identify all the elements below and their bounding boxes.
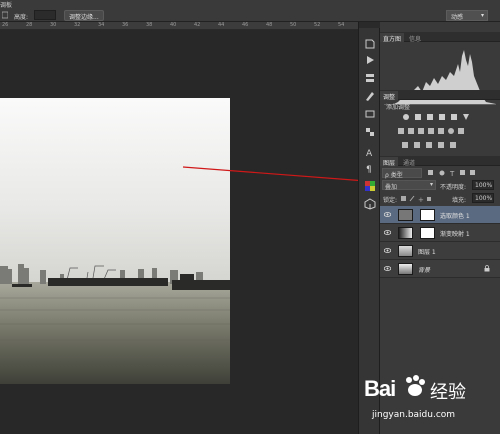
lock-icon <box>484 265 490 274</box>
fill-label: 填充: <box>452 197 467 204</box>
ruler-tick: 48 <box>266 22 273 28</box>
layer-row[interactable]: 渐变映射 1 <box>380 224 500 242</box>
watermark-brand: Bai <box>364 376 396 401</box>
tab-layers[interactable]: 图层 <box>380 157 399 167</box>
watermark-brand-suffix: 经验 <box>430 382 466 403</box>
workspace-dropdown-value: 动感 <box>451 14 464 21</box>
layer-row[interactable]: 图层 1 <box>380 242 500 260</box>
watermark-url: jingyan.baidu.com <box>372 410 456 420</box>
ruler-tick: 32 <box>74 22 81 28</box>
baidu-watermark: Bai 经验 jingyan.baidu.com <box>352 370 500 434</box>
height-label: 高度: <box>14 14 29 21</box>
adjustment-thumbnail-icon <box>398 209 413 221</box>
ruler-tick: 34 <box>98 22 105 28</box>
ruler-tick: 28 <box>26 22 33 28</box>
layer-filter-dropdown[interactable]: ρ 类型 <box>382 168 422 179</box>
adjustments-panel-tabs: 调整 <box>380 90 500 101</box>
eye-icon[interactable] <box>383 229 392 236</box>
eye-icon[interactable] <box>383 265 392 272</box>
lock-icons[interactable]: + <box>400 195 440 204</box>
ruler-tick: 52 <box>314 22 321 28</box>
ruler-tick: 36 <box>122 22 129 28</box>
layer-name: 图层 1 <box>418 249 436 256</box>
svg-text:+: + <box>418 196 424 203</box>
ruler-tick: 26 <box>2 22 9 28</box>
chevron-down-icon: ▾ <box>429 181 433 188</box>
svg-text:¶: ¶ <box>366 165 372 174</box>
opacity-label: 不透明度: <box>440 184 467 191</box>
histogram-panel-tabs: 直方图 信息 <box>380 32 500 43</box>
height-input[interactable] <box>34 10 56 20</box>
workspace-dropdown[interactable]: 动感 ▾ <box>446 10 488 21</box>
layers-list: 选取颜色 1 渐变映射 1 图层 1 背景 <box>380 206 500 286</box>
layer-name: 渐变映射 1 <box>440 231 470 238</box>
paragraph-icon[interactable]: ¶ <box>364 162 376 175</box>
ruler-tick: 46 <box>242 22 249 28</box>
fill-input[interactable]: 100% <box>472 193 494 203</box>
layer-comps-icon[interactable] <box>364 72 376 84</box>
tab-adjustments[interactable]: 调整 <box>380 91 399 101</box>
layer-filter-label: ρ 类型 <box>385 172 403 179</box>
3d-cube-icon[interactable] <box>364 198 376 210</box>
adjustments-title: 添加调整 <box>386 104 411 111</box>
layer-thumbnail <box>398 263 413 275</box>
ruler-tick: 40 <box>170 22 177 28</box>
opacity-input[interactable]: 100% <box>472 180 494 190</box>
swatches-icon[interactable] <box>364 180 376 192</box>
strip-header <box>359 22 381 28</box>
ruler-tick: 44 <box>218 22 225 28</box>
tab-channels[interactable]: 通道 <box>400 157 418 167</box>
layers-panel-tabs: 图层 通道 <box>380 156 500 167</box>
brush-presets-icon[interactable] <box>364 90 376 102</box>
layer-mask-thumbnail <box>420 227 435 239</box>
clone-source-icon[interactable] <box>364 126 376 138</box>
tab-histogram[interactable]: 直方图 <box>380 33 405 43</box>
tool-presets-icon[interactable] <box>364 108 376 120</box>
adjustment-icons-row-1 <box>402 112 482 122</box>
layer-mask-thumbnail <box>420 209 435 221</box>
lock-label: 锁定: <box>383 197 398 204</box>
eye-icon[interactable] <box>383 247 392 254</box>
ruler-tick: 30 <box>50 22 57 28</box>
opacity-value: 100% <box>475 182 493 189</box>
adjustment-icons-row-2 <box>398 126 488 136</box>
layer-thumbnail <box>398 245 413 257</box>
horizontal-ruler: 26 28 30 32 34 36 38 40 42 44 46 48 50 5… <box>0 22 358 30</box>
ruler-tick: 38 <box>146 22 153 28</box>
refine-edge-button[interactable]: 调整边缘... <box>64 10 104 21</box>
svg-text:A: A <box>366 149 373 158</box>
tool-preset-icon[interactable] <box>1 11 9 19</box>
history-icon[interactable] <box>364 38 376 50</box>
character-icon[interactable]: A <box>364 146 376 159</box>
annotation-arrow <box>182 166 372 185</box>
paw-logo-icon <box>402 374 428 402</box>
blend-mode-dropdown[interactable]: 叠加 ▾ <box>382 180 436 191</box>
adjustment-icons-row-3 <box>402 140 482 150</box>
blend-mode-value: 叠加 <box>385 184 398 191</box>
gradient-map-thumbnail-icon <box>398 227 413 239</box>
window-title-fragment: 调板 <box>0 2 13 9</box>
ruler-tick: 54 <box>338 22 345 28</box>
options-bar: 调板 高度: 调整边缘... 动感 ▾ <box>0 0 500 22</box>
document-image[interactable] <box>0 98 230 384</box>
layer-name: 背景 <box>418 267 431 274</box>
fill-value: 100% <box>475 195 493 202</box>
play-actions-icon[interactable] <box>364 54 376 66</box>
layer-filter-icons[interactable]: T <box>426 169 496 178</box>
svg-text:T: T <box>449 170 455 177</box>
tab-info[interactable]: 信息 <box>406 33 424 43</box>
ruler-tick: 42 <box>194 22 201 28</box>
chevron-down-icon: ▾ <box>480 12 484 19</box>
layer-row[interactable]: 选取颜色 1 <box>380 206 500 224</box>
ruler-tick: 50 <box>290 22 297 28</box>
eye-icon[interactable] <box>383 211 392 218</box>
layer-name: 选取颜色 1 <box>440 213 470 220</box>
layer-row[interactable]: 背景 <box>380 260 500 278</box>
